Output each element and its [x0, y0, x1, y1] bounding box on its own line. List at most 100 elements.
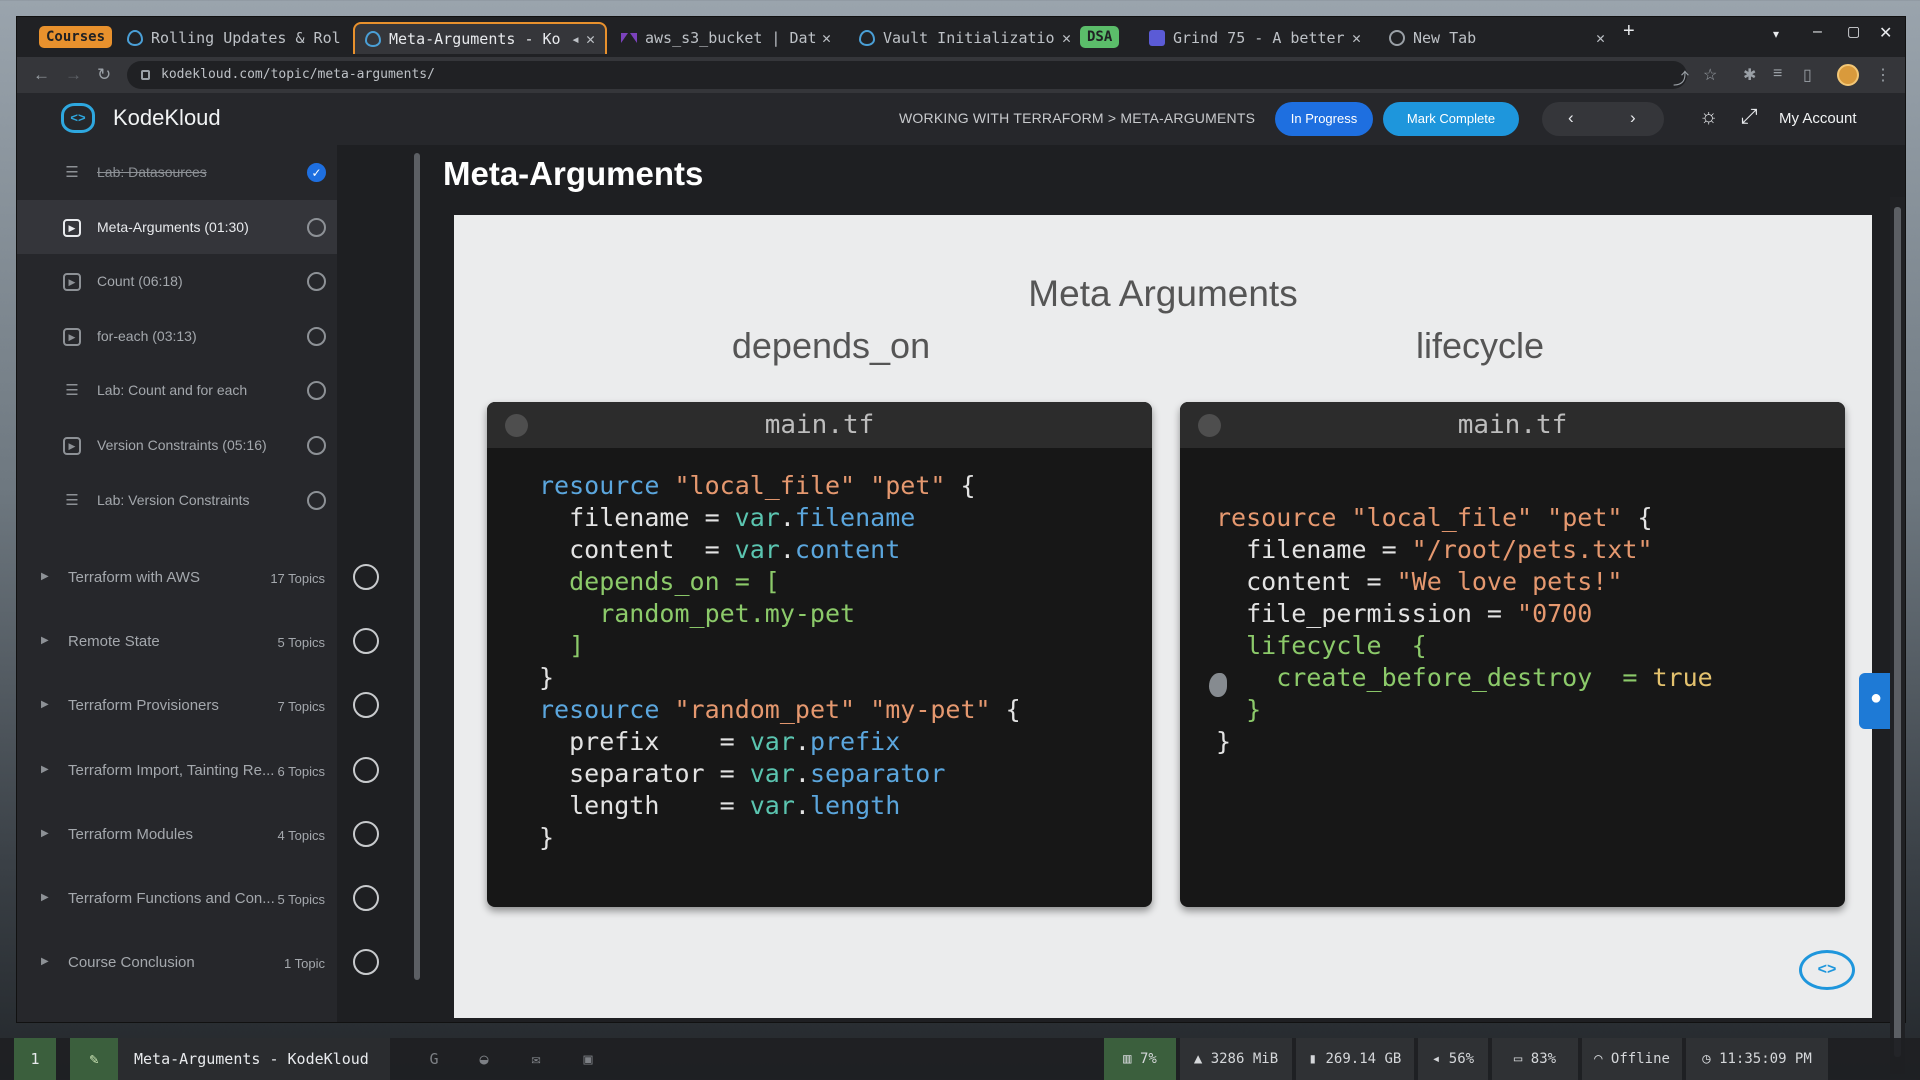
code-token: var	[734, 503, 780, 532]
reading-list-icon[interactable]: ≡	[1773, 65, 1782, 83]
lock-icon[interactable]	[141, 70, 150, 80]
code-token: length	[809, 791, 901, 820]
mark-complete-button[interactable]: Mark Complete	[1383, 102, 1519, 136]
new-tab-button[interactable]: +	[1623, 20, 1635, 43]
url-field[interactable]: kodekloud.com/topic/meta-arguments/	[127, 61, 1687, 89]
tab-search-icon[interactable]: ▾	[1773, 27, 1779, 41]
code-token: "We love pets!"	[1396, 567, 1623, 596]
minimize-icon[interactable]: –	[1813, 23, 1822, 41]
disk-value: 269.14 GB	[1325, 1051, 1402, 1067]
in-progress-button[interactable]: In Progress	[1275, 102, 1373, 136]
google-icon[interactable]: G	[420, 1038, 448, 1080]
browser-window: Courses Rolling Updates & Rol ✕ Meta-Arg…	[17, 17, 1905, 1074]
code-token: var	[734, 535, 780, 564]
bookmark-star-icon[interactable]: ☆	[1703, 65, 1717, 85]
code-line: content = "We love pets!"	[1216, 566, 1713, 598]
code-token: "my-pet"	[870, 695, 991, 724]
code-token: filename	[794, 503, 916, 532]
battery-indicator[interactable]: ▭ 83%	[1492, 1038, 1578, 1080]
close-window-icon[interactable]: ✕	[1879, 23, 1892, 43]
active-window-title[interactable]: Meta-Arguments - KodeKloud ...	[118, 1038, 390, 1080]
cpu-indicator[interactable]: ▥ 7%	[1104, 1038, 1176, 1080]
profile-avatar[interactable]	[1837, 64, 1859, 86]
code-token: separator =	[539, 759, 750, 788]
extensions-icon[interactable]: ✱	[1743, 65, 1756, 85]
code-line: resource "random_pet" "my-pet" {	[539, 694, 1021, 726]
code-token: "0700	[1517, 599, 1593, 628]
next-lesson-icon[interactable]: ›	[1630, 108, 1636, 128]
fullscreen-icon[interactable]: ⤢	[1741, 105, 1758, 129]
code-token: .	[794, 791, 810, 820]
close-tab-icon[interactable]: ✕	[1596, 29, 1605, 47]
code-token: }	[539, 663, 555, 692]
workspace-indicator[interactable]: 1	[14, 1038, 56, 1080]
code-token: content	[794, 535, 901, 564]
app-icon[interactable]: ◒	[470, 1038, 498, 1080]
speaker-icon[interactable]: ◂	[571, 30, 580, 48]
tab-rolling-updates[interactable]: Rolling Updates & Rol ✕	[117, 22, 375, 54]
share-icon[interactable]: ⤴	[1673, 65, 1689, 89]
memory-indicator[interactable]: ▲ 3286 MiB	[1180, 1038, 1292, 1080]
code-line: filename = var.filename	[539, 502, 1021, 534]
maximize-icon[interactable]: ▢	[1847, 23, 1860, 40]
code-filename: main.tf	[764, 410, 875, 440]
clock[interactable]: ◷ 11:35:09 PM	[1686, 1038, 1828, 1080]
tab-aws-s3-bucket[interactable]: aws_s3_bucket | Data S ✕	[611, 22, 841, 54]
battery-value: 83%	[1530, 1051, 1557, 1067]
tab-new-tab[interactable]: New Tab ✕	[1379, 22, 1615, 54]
slide-heading: Meta Arguments	[1028, 273, 1298, 314]
disk-indicator[interactable]: ▮ 269.14 GB	[1296, 1038, 1414, 1080]
reload-icon[interactable]: ↻	[97, 65, 111, 85]
menu-icon[interactable]: ⋮	[1875, 65, 1891, 85]
breadcrumb[interactable]: WORKING WITH TERRAFORM > META-ARGUMENTS	[899, 110, 1255, 126]
taskbar: 1 ✎ Meta-Arguments - KodeKloud ... G ◒ ✉…	[0, 1038, 1920, 1080]
clock-value: 11:35:09 PM	[1719, 1051, 1812, 1067]
theme-toggle-icon[interactable]: ☼	[1699, 105, 1718, 129]
code-token: "random_pet"	[674, 695, 856, 724]
app-icon[interactable]: ▣	[574, 1038, 602, 1080]
close-tab-icon[interactable]: ✕	[1352, 29, 1361, 47]
tab-group-dsa[interactable]: DSA	[1080, 26, 1120, 48]
code-token: = [	[734, 567, 780, 596]
tab-group-courses[interactable]: Courses	[39, 26, 113, 48]
code-line: }	[539, 662, 1021, 694]
desktop: Courses Rolling Updates & Rol ✕ Meta-Arg…	[0, 0, 1920, 1080]
code-line: random_pet.my-pet	[539, 598, 1021, 630]
tab-title: Vault Initialization -	[883, 29, 1056, 47]
close-tab-icon[interactable]: ✕	[1062, 29, 1071, 47]
network-indicator[interactable]: ◠ Offline	[1582, 1038, 1682, 1080]
forward-icon[interactable]: →	[65, 65, 82, 85]
previous-lesson-icon[interactable]: ‹	[1568, 108, 1574, 128]
lesson-content: Meta-Arguments Meta Arguments depends_on…	[17, 145, 1905, 1074]
back-icon[interactable]: ←	[33, 65, 50, 85]
close-tab-icon[interactable]: ✕	[586, 30, 595, 48]
tab-meta-arguments[interactable]: Meta-Arguments - Ko ◂ ✕	[353, 22, 607, 54]
mouse-cursor-icon	[1209, 673, 1227, 697]
side-panel-icon[interactable]: ▯	[1803, 65, 1812, 85]
depends-on-title: depends_on	[731, 325, 931, 366]
video-slide[interactable]: Meta Arguments depends_on lifecycle main…	[454, 215, 1872, 1018]
code-filename: main.tf	[1457, 410, 1568, 440]
app-launcher-icon[interactable]: ✎	[70, 1038, 118, 1080]
page-scroll-thumb[interactable]	[1894, 207, 1901, 1057]
page-scrollbar[interactable]	[1890, 197, 1905, 1074]
code-token: var	[749, 791, 795, 820]
code-token: }	[1216, 727, 1232, 756]
code-line: filename = "/root/pets.txt"	[1216, 534, 1713, 566]
close-tab-icon[interactable]: ✕	[822, 29, 831, 47]
code-token: var	[749, 727, 795, 756]
volume-value: 56%	[1448, 1051, 1475, 1067]
volume-indicator[interactable]: ◂ 56%	[1418, 1038, 1488, 1080]
code-block: resource "local_file" "pet" { filename =…	[539, 470, 1021, 854]
kodekloud-icon	[365, 31, 381, 47]
code-token: content =	[539, 535, 735, 564]
address-bar: ← → ↻ kodekloud.com/topic/meta-arguments…	[17, 57, 1905, 93]
mail-icon[interactable]: ✉	[522, 1038, 550, 1080]
my-account-link[interactable]: My Account	[1779, 110, 1857, 127]
tab-grind-75[interactable]: Grind 75 - A better Bl ✕	[1139, 22, 1371, 54]
tab-vault-initialization[interactable]: Vault Initialization - ✕	[849, 22, 1081, 54]
